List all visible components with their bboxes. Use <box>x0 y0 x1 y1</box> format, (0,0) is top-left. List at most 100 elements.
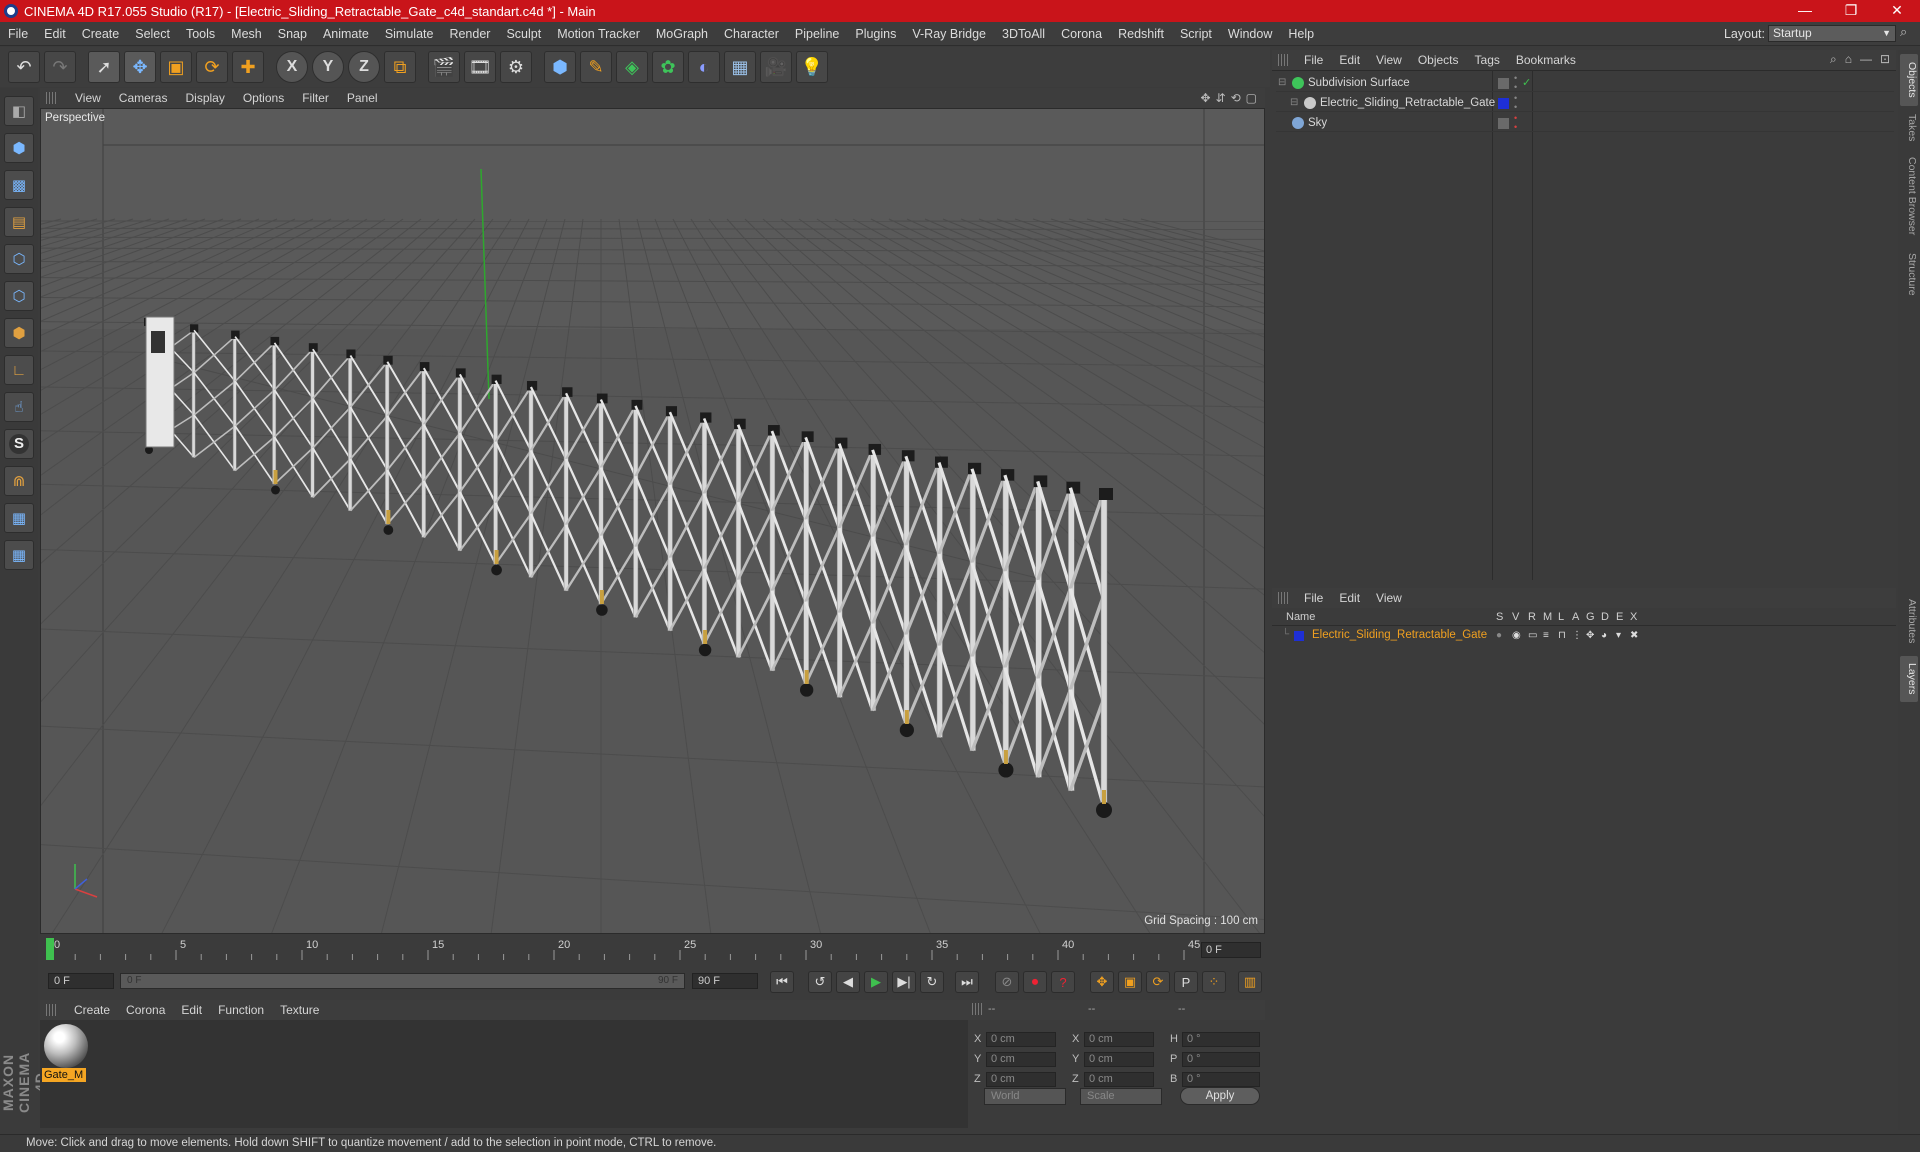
pan-icon[interactable]: ✥ <box>1200 91 1210 105</box>
layer-column-d[interactable]: D <box>1601 611 1609 623</box>
menu-pipeline[interactable]: Pipeline <box>787 27 847 41</box>
menu-character[interactable]: Character <box>716 27 787 41</box>
material-menu-function[interactable]: Function <box>210 1003 272 1017</box>
timeline-window-icon[interactable]: ▥ <box>1238 971 1262 993</box>
object-menu-bookmarks[interactable]: Bookmarks <box>1508 53 1584 67</box>
material-name[interactable]: Gate_M <box>42 1068 86 1082</box>
next-key-icon[interactable]: ↻ <box>920 971 944 993</box>
rotation-field[interactable]: 0 ° <box>1182 1072 1260 1087</box>
play-icon[interactable]: ▶ <box>864 971 888 993</box>
check-icon[interactable]: ✓ <box>1522 74 1531 92</box>
panel-grip-icon[interactable] <box>1278 592 1288 604</box>
menu-plugins[interactable]: Plugins <box>847 27 904 41</box>
layer-menu-file[interactable]: File <box>1296 591 1331 605</box>
close-button[interactable]: ✕ <box>1874 0 1920 22</box>
move-alt-icon[interactable]: ✚ <box>232 51 264 83</box>
cloner-icon[interactable]: ✿ <box>652 51 684 83</box>
material-preview-ball[interactable] <box>44 1024 88 1068</box>
menu-help[interactable]: Help <box>1280 27 1322 41</box>
move-icon[interactable]: ✥ <box>124 51 156 83</box>
key-rotation-icon[interactable]: ⟳ <box>1146 971 1170 993</box>
tab-layers[interactable]: Layers <box>1900 656 1918 702</box>
goto-start-icon[interactable]: ⏮ <box>770 971 794 993</box>
y-axis-icon[interactable]: Y <box>312 51 344 83</box>
deformer-icon[interactable]: ◐ <box>688 51 720 83</box>
menu-create[interactable]: Create <box>74 27 128 41</box>
render-view-icon[interactable]: 🎬 <box>428 51 460 83</box>
deformer-icon[interactable]: ◕ <box>1601 630 1611 641</box>
camera-icon[interactable]: 🎥 <box>760 51 792 83</box>
apply-button[interactable]: Apply <box>1180 1087 1260 1105</box>
object-name[interactable]: Sky <box>1308 114 1327 132</box>
start-frame-field[interactable]: 0 F <box>48 973 114 989</box>
visibility-dots[interactable]: • • <box>1514 74 1517 92</box>
object-row[interactable]: ⊟ Electric_Sliding_Retractable_Gate • • <box>1276 94 1894 112</box>
menu-select[interactable]: Select <box>127 27 178 41</box>
menu-redshift[interactable]: Redshift <box>1110 27 1172 41</box>
object-row[interactable]: Sky • • <box>1276 114 1894 132</box>
expression-icon[interactable]: ▾ <box>1616 630 1626 641</box>
layer-column-x[interactable]: X <box>1630 611 1637 623</box>
pin-icon[interactable]: ⊡ <box>1880 52 1890 67</box>
snap-grid-icon[interactable]: ▦ <box>4 503 34 533</box>
menu-mesh[interactable]: Mesh <box>223 27 270 41</box>
camera-label[interactable]: Perspective <box>45 112 105 124</box>
panel-grip-icon[interactable] <box>1278 54 1288 66</box>
menu-simulate[interactable]: Simulate <box>377 27 442 41</box>
visibility-dots[interactable]: • • <box>1514 94 1517 112</box>
scale-mode-dropdown[interactable]: Scale <box>1080 1088 1162 1105</box>
coord-mode-dropdown[interactable]: World <box>984 1088 1066 1105</box>
autokey-icon[interactable]: ⏺ <box>1023 971 1047 993</box>
floor-icon[interactable]: ▦ <box>724 51 756 83</box>
next-frame-icon[interactable]: ▶| <box>892 971 916 993</box>
tab-attributes[interactable]: Attributes <box>1900 590 1918 652</box>
layer-column-e[interactable]: E <box>1616 611 1623 623</box>
dolly-icon[interactable]: ⇵ <box>1216 91 1226 105</box>
menu-motion-tracker[interactable]: Motion Tracker <box>549 27 648 41</box>
tab-takes[interactable]: Takes <box>1900 110 1918 146</box>
perspective-viewport[interactable]: Perspective Grid Spacing : 100 cm <box>40 108 1265 934</box>
end-frame-field[interactable]: 90 F <box>692 973 758 989</box>
visibility-dots[interactable]: • • <box>1514 114 1517 132</box>
minimize-button[interactable]: — <box>1782 0 1828 22</box>
menu-render[interactable]: Render <box>441 27 498 41</box>
visible-eye-icon[interactable]: ◉ <box>1512 630 1522 641</box>
viewport-menu-display[interactable]: Display <box>176 91 233 105</box>
solo-icon[interactable]: S <box>4 429 34 459</box>
make-editable-icon[interactable]: ◧ <box>4 96 34 126</box>
menu-v-ray-bridge[interactable]: V-Ray Bridge <box>904 27 994 41</box>
lock-icon[interactable]: ⊓ <box>1558 630 1568 641</box>
key-param-icon[interactable]: P <box>1174 971 1198 993</box>
layer-tag-icon[interactable] <box>1498 78 1509 89</box>
viewport-canvas[interactable] <box>41 109 1265 934</box>
viewport-menu-panel[interactable]: Panel <box>338 91 387 105</box>
texture-mode-icon[interactable]: ▩ <box>4 170 34 200</box>
search-icon[interactable]: ⌕ <box>1900 24 1916 42</box>
layer-column-r[interactable]: R <box>1528 611 1536 623</box>
object-menu-file[interactable]: File <box>1296 53 1331 67</box>
pen-spline-icon[interactable]: ✎ <box>580 51 612 83</box>
redo-icon[interactable]: ↷ <box>44 51 76 83</box>
layer-column-s[interactable]: S <box>1496 611 1503 623</box>
object-name[interactable]: Subdivision Surface <box>1308 74 1410 92</box>
workplane-icon[interactable]: ▤ <box>4 207 34 237</box>
layer-tag-icon[interactable] <box>1498 118 1509 129</box>
material-menu-texture[interactable]: Texture <box>272 1003 327 1017</box>
layer-column-name[interactable]: Name <box>1286 611 1315 623</box>
layer-name[interactable]: Electric_Sliding_Retractable_Gate <box>1312 629 1487 641</box>
magnet-icon[interactable]: ⋒ <box>4 466 34 496</box>
axis-mode-icon[interactable]: ∟ <box>4 355 34 385</box>
layer-column-m[interactable]: M <box>1543 611 1552 623</box>
tab-objects[interactable]: Objects <box>1900 54 1918 106</box>
panel-grip-icon[interactable] <box>46 1004 56 1016</box>
maximize-view-icon[interactable]: ▢ <box>1246 91 1257 105</box>
z-axis-icon[interactable]: Z <box>348 51 380 83</box>
tree-expand-icon[interactable]: ⊟ <box>1290 94 1298 112</box>
object-name[interactable]: Electric_Sliding_Retractable_Gate <box>1320 94 1495 112</box>
key-pla-icon[interactable]: ⁘ <box>1202 971 1226 993</box>
position-field[interactable]: 0 cm <box>986 1072 1056 1087</box>
size-field[interactable]: 0 cm <box>1084 1052 1154 1067</box>
menu-sculpt[interactable]: Sculpt <box>498 27 549 41</box>
tab-content-browser[interactable]: Content Browser <box>1900 150 1918 242</box>
x-axis-icon[interactable]: X <box>276 51 308 83</box>
